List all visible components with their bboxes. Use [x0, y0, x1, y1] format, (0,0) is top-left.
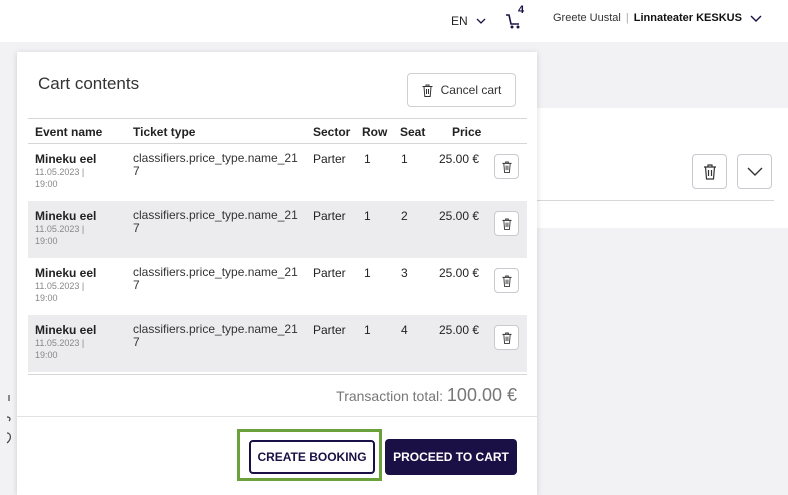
event-datetime: 11.05.2023 | 19:00	[35, 223, 95, 247]
total-label: Transaction total:	[336, 388, 444, 404]
remove-ticket-button[interactable]	[494, 268, 519, 293]
chevron-down-icon	[476, 18, 486, 24]
remove-ticket-button[interactable]	[494, 154, 519, 179]
divider	[28, 374, 527, 375]
event-name: Mineku eel	[35, 323, 97, 337]
event-name: Mineku eel	[35, 152, 97, 166]
price: 25.00 €	[439, 152, 480, 166]
row-number: 1	[364, 152, 371, 166]
seat-number: 3	[401, 266, 408, 280]
event-datetime: 11.05.2023 | 19:00	[35, 280, 95, 304]
column-header: Ticket type	[133, 125, 196, 139]
price: 25.00 €	[439, 323, 480, 337]
event-name: Mineku eel	[35, 266, 97, 280]
background-card	[537, 108, 788, 228]
table-header: Event name Ticket type Sector Row Seat P…	[28, 118, 527, 144]
seat-number: 2	[401, 209, 408, 223]
delete-button[interactable]	[692, 154, 727, 189]
table-row: Mineku eel 11.05.2023 | 19:00 classifier…	[28, 201, 527, 258]
background-fragment	[0, 385, 14, 495]
event-datetime: 11.05.2023 | 19:00	[35, 337, 95, 361]
sector: Parter	[313, 209, 346, 223]
trash-icon	[703, 163, 716, 180]
sector: Parter	[313, 323, 346, 337]
event-date: 11.05.2023 |	[35, 224, 85, 234]
event-date: 11.05.2023 |	[35, 281, 85, 291]
table-row: Mineku eel 11.05.2023 | 19:00 classifier…	[28, 258, 527, 315]
trash-icon	[501, 332, 512, 344]
event-datetime: 11.05.2023 | 19:00	[35, 166, 95, 190]
chevron-down-icon	[747, 167, 762, 176]
partial-glyphs-icon	[6, 395, 11, 444]
event-time: 19:00	[35, 236, 58, 246]
trash-icon	[501, 275, 512, 287]
transaction-total: Transaction total: 100.00 €	[336, 385, 517, 406]
column-header: Row	[362, 125, 388, 139]
table-row: Mineku eel 11.05.2023 | 19:00 classifier…	[28, 144, 527, 201]
organization-name: Linnateater KESKUS	[633, 12, 742, 24]
top-bar: EN 4 Greete Uustal | Linnateater KESKUS	[0, 0, 788, 42]
event-time: 19:00	[35, 293, 58, 303]
row-number: 1	[364, 323, 371, 337]
ticket-type: classifiers.price_type.name_217	[133, 208, 298, 235]
divider	[17, 416, 537, 417]
total-value: 100.00 €	[446, 385, 517, 405]
event-time: 19:00	[35, 179, 58, 189]
trash-icon	[501, 161, 512, 173]
column-header: Seat	[400, 125, 426, 139]
chevron-down-icon	[750, 15, 762, 22]
seat-number: 1	[401, 152, 408, 166]
language-selector[interactable]: EN	[451, 12, 486, 30]
user-separator: |	[625, 12, 629, 24]
cart-count-badge: 4	[518, 4, 525, 16]
cart-panel: Cart contents Cancel cart Event name Tic…	[17, 52, 537, 495]
cart-table: Event name Ticket type Sector Row Seat P…	[28, 118, 527, 372]
divider	[537, 200, 774, 201]
price: 25.00 €	[439, 209, 480, 223]
trash-icon	[501, 218, 512, 230]
column-header: Price	[452, 125, 482, 139]
price: 25.00 €	[439, 266, 480, 280]
seat-number: 4	[401, 323, 408, 337]
panel-title: Cart contents	[38, 74, 140, 93]
column-header: Sector	[313, 125, 351, 139]
user-name: Greete Uustal	[553, 12, 621, 24]
proceed-to-cart-button[interactable]: PROCEED TO CART	[385, 439, 517, 475]
create-booking-button[interactable]: CREATE BOOKING	[249, 440, 375, 474]
event-time: 19:00	[35, 350, 58, 360]
ticket-type: classifiers.price_type.name_217	[133, 151, 298, 178]
remove-ticket-button[interactable]	[494, 211, 519, 236]
cart-button[interactable]: 4	[505, 4, 529, 30]
expand-button[interactable]	[737, 154, 772, 189]
language-label: EN	[451, 14, 468, 28]
cancel-cart-label: Cancel cart	[440, 83, 502, 97]
table-row: Mineku eel 11.05.2023 | 19:00 classifier…	[28, 315, 527, 372]
sector: Parter	[313, 152, 346, 166]
ticket-type: classifiers.price_type.name_217	[133, 322, 298, 349]
ticket-type: classifiers.price_type.name_217	[133, 265, 298, 292]
row-number: 1	[364, 266, 371, 280]
remove-ticket-button[interactable]	[494, 325, 519, 350]
event-date: 11.05.2023 |	[35, 167, 85, 177]
event-name: Mineku eel	[35, 209, 97, 223]
trash-icon	[422, 84, 433, 97]
column-header: Event name	[35, 125, 103, 139]
row-number: 1	[364, 209, 371, 223]
user-menu[interactable]: Greete Uustal | Linnateater KESKUS	[553, 12, 762, 24]
cancel-cart-button[interactable]: Cancel cart	[407, 73, 516, 107]
sector: Parter	[313, 266, 346, 280]
event-date: 11.05.2023 |	[35, 338, 85, 348]
